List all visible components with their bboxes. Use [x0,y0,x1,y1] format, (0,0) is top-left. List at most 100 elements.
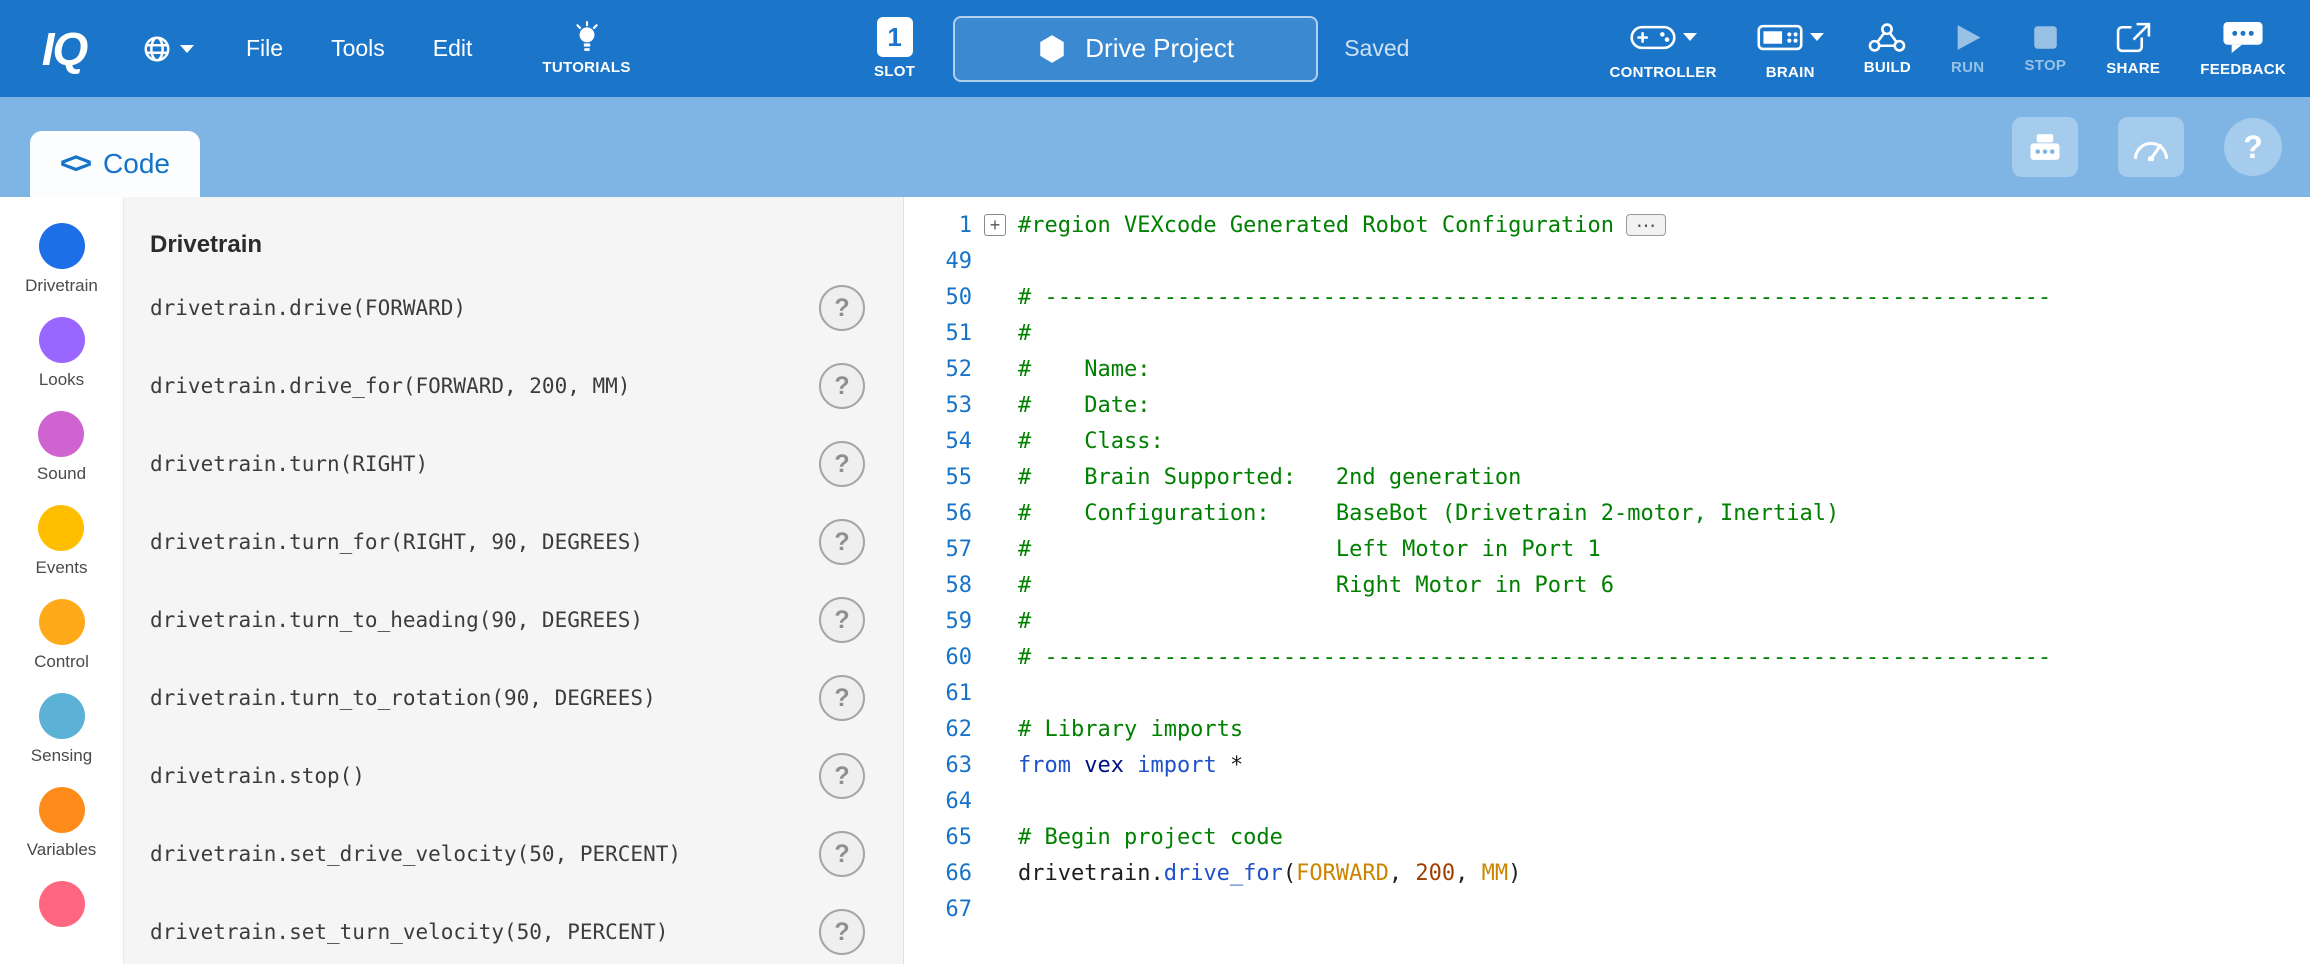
run-button[interactable]: RUN [1939,0,1996,97]
device-info-button[interactable] [2012,117,2078,177]
code-text: drivetrain.drive_for(FORWARD, 200, MM) [1018,861,1521,886]
code-lines: 1+#region VEXcode Generated Robot Config… [904,207,2310,927]
command-help-button[interactable]: ? [819,753,865,799]
language-button[interactable] [128,0,208,97]
line-number: 61 [904,681,972,706]
category-control[interactable]: Control [34,599,89,672]
command-item[interactable]: drivetrain.turn(RIGHT)? [124,425,903,503]
share-button[interactable]: SHARE [2094,0,2172,97]
menu-bar: FileToolsEdit [222,0,496,97]
command-item[interactable]: drivetrain.drive(FORWARD)? [124,269,903,347]
category-events[interactable]: Events [36,505,88,578]
category-color-icon[interactable] [39,693,85,739]
dashboard-button[interactable] [2118,117,2184,177]
share-icon [2115,21,2152,54]
category-color-icon[interactable] [39,223,85,269]
controller-button[interactable]: CONTROLLER [1598,0,1729,97]
command-item[interactable]: drivetrain.stop()? [124,737,903,815]
command-text[interactable]: drivetrain.drive_for(FORWARD, 200, MM) [150,374,819,398]
command-text[interactable]: drivetrain.set_turn_velocity(50, PERCENT… [150,920,819,944]
category-color-icon[interactable] [39,599,85,645]
command-help-button[interactable]: ? [819,363,865,409]
category-more[interactable] [39,881,85,934]
category-color-icon[interactable] [38,411,84,457]
command-text[interactable]: drivetrain.turn_for(RIGHT, 90, DEGREES) [150,530,819,554]
slot-button[interactable]: 1 SLOT [862,0,927,97]
code-line-59: 59# [904,603,2310,639]
command-text[interactable]: drivetrain.turn_to_heading(90, DEGREES) [150,608,819,632]
category-label: Sound [37,464,86,484]
category-color-icon[interactable] [39,881,85,927]
code-line-55: 55# Brain Supported: 2nd generation [904,459,2310,495]
line-number: 60 [904,645,972,670]
feedback-button[interactable]: FEEDBACK [2188,0,2298,97]
tab-bar: <> Code ? [0,97,2310,197]
command-item[interactable]: drivetrain.drive_for(FORWARD, 200, MM)? [124,347,903,425]
command-help-button[interactable]: ? [819,285,865,331]
save-status: Saved [1344,35,1409,62]
stop-button[interactable]: STOP [2012,0,2078,97]
help-button[interactable]: ? [2224,118,2282,176]
category-sensing[interactable]: Sensing [31,693,92,766]
command-item[interactable]: drivetrain.turn_for(RIGHT, 90, DEGREES)? [124,503,903,581]
command-item[interactable]: drivetrain.turn_to_heading(90, DEGREES)? [124,581,903,659]
code-line-50: 50# ------------------------------------… [904,279,2310,315]
topbar-right-group: CONTROLLER BRAIN [1598,0,2310,97]
command-list: drivetrain.drive(FORWARD)?drivetrain.dri… [124,269,903,964]
menu-edit[interactable]: Edit [409,0,497,97]
command-item[interactable]: drivetrain.set_drive_velocity(50, PERCEN… [124,815,903,893]
brain-button[interactable]: BRAIN [1745,0,1836,97]
command-help-button[interactable]: ? [819,909,865,955]
code-line-62: 62# Library imports [904,711,2310,747]
command-text[interactable]: drivetrain.drive(FORWARD) [150,296,819,320]
line-number: 57 [904,537,972,562]
topbar-left-group: IQ FileToolsEdit TUTORIALS [0,0,643,97]
tutorials-label: TUTORIALS [542,59,630,76]
feedback-bubble-icon [2221,20,2265,55]
line-number: 56 [904,501,972,526]
code-text: # Begin project code [1018,825,1283,850]
menu-tools[interactable]: Tools [307,0,409,97]
folded-code-ellipsis[interactable]: ⋯ [1626,214,1666,236]
command-help-button[interactable]: ? [819,831,865,877]
command-text[interactable]: drivetrain.stop() [150,764,819,788]
fold-toggle-icon[interactable]: + [984,214,1006,236]
command-help-button[interactable]: ? [819,519,865,565]
line-number: 55 [904,465,972,490]
category-label: Events [36,558,88,578]
command-text[interactable]: drivetrain.turn_to_rotation(90, DEGREES) [150,686,819,710]
category-drivetrain[interactable]: Drivetrain [25,223,98,296]
command-text[interactable]: drivetrain.set_drive_velocity(50, PERCEN… [150,842,819,866]
menu-file[interactable]: File [222,0,307,97]
project-name: Drive Project [1085,33,1234,64]
fold-gutter: + [972,214,1018,236]
category-color-icon[interactable] [39,787,85,833]
main-content: Drivetrain Looks Sound Events Control Sensing… [0,197,2310,964]
command-panel-title: Drivetrain [150,231,903,259]
category-color-icon[interactable] [38,505,84,551]
command-item[interactable]: drivetrain.set_turn_velocity(50, PERCENT… [124,893,903,964]
tutorials-button[interactable]: TUTORIALS [530,0,642,97]
lightbulb-icon [573,21,601,53]
feedback-label: FEEDBACK [2200,61,2286,78]
category-sound[interactable]: Sound [37,411,86,484]
line-number: 51 [904,321,972,346]
code-editor[interactable]: 1+#region VEXcode Generated Robot Config… [904,197,2310,964]
project-name-button[interactable]: Drive Project [953,16,1318,82]
command-text[interactable]: drivetrain.turn(RIGHT) [150,452,819,476]
app-logo: IQ [0,0,128,97]
line-number: 52 [904,357,972,382]
tab-code[interactable]: <> Code [30,131,200,197]
category-color-icon[interactable] [39,317,85,363]
command-help-button[interactable]: ? [819,441,865,487]
command-help-button[interactable]: ? [819,597,865,643]
line-number: 63 [904,753,972,778]
category-variables[interactable]: Variables [27,787,97,860]
command-item[interactable]: drivetrain.turn_to_rotation(90, DEGREES)… [124,659,903,737]
category-sidebar: Drivetrain Looks Sound Events Control Sensing… [0,197,124,964]
category-looks[interactable]: Looks [39,317,85,390]
build-button[interactable]: BUILD [1852,0,1923,97]
code-text: # Library imports [1018,717,1243,742]
code-line-63: 63from vex import * [904,747,2310,783]
command-help-button[interactable]: ? [819,675,865,721]
